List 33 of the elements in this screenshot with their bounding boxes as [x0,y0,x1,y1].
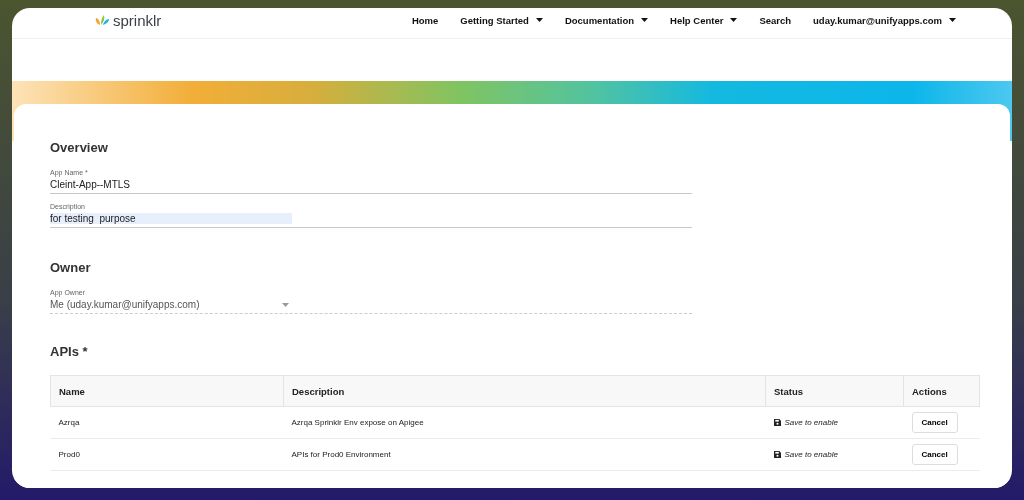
nav-link[interactable]: uday.kumar@unifyapps.com [813,14,956,26]
dropdown-field[interactable]: Me (uday.kumar@unifyapps.com) [50,299,282,310]
status-text: Save to enable [784,418,838,427]
section-title: APIs * [50,344,89,359]
column-header: Name [50,375,284,407]
input-field[interactable]: for testing purpose [50,213,292,224]
nav-link[interactable]: Home [411,14,439,26]
caret-icon [282,302,289,307]
table-cell: Azrqa Sprinklr Env expose on Apigee [283,406,766,439]
column-header: Actions [903,375,980,407]
status-text: Save to enable [784,450,838,459]
logo-icon [94,14,110,26]
caret-icon [641,18,649,22]
save-icon [773,419,781,426]
save-icon [773,451,781,458]
column-header: Status [765,375,904,407]
caret-icon [535,18,543,22]
table-cell: Prod0 [50,438,284,471]
caret-icon [949,18,956,22]
nav-link[interactable]: Getting Started [460,14,543,26]
table-cell: Azrqa [50,406,284,439]
input-field[interactable]: Cleint-App--MTLS [50,179,692,190]
nav-link[interactable]: Documentation [564,14,649,26]
caret-icon [730,18,738,22]
nav-link[interactable]: Help Center [670,14,738,26]
nav-link[interactable]: Search [759,14,792,26]
section-title: Owner [50,260,92,275]
cancel-button[interactable]: Cancel [911,412,958,433]
table-cell: APIs for Prod0 Environment [283,438,766,471]
column-header: Description [283,375,766,407]
section-title: Overview [50,140,109,155]
cancel-button[interactable]: Cancel [911,444,958,465]
logo-text: sprinklr [113,11,162,29]
